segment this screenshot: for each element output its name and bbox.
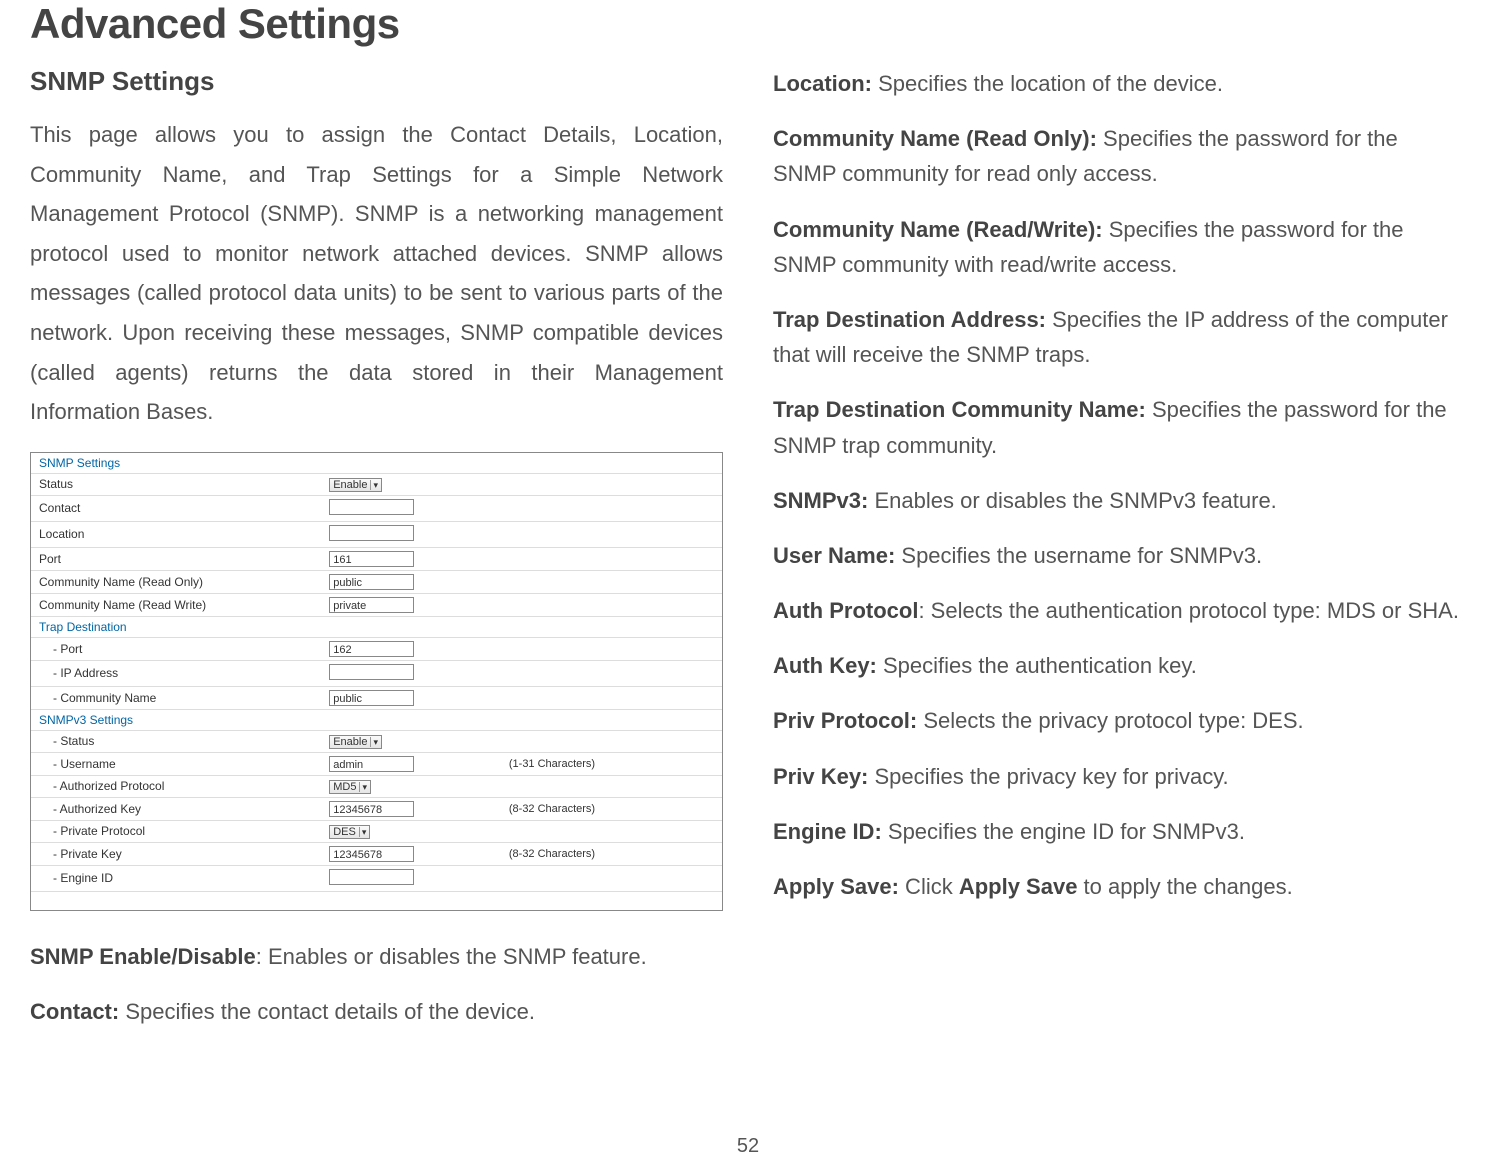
v3-authproto-label: - Authorized Protocol — [31, 775, 321, 797]
section-title: SNMP Settings — [30, 66, 723, 97]
desc-priv-proto: Priv Protocol: Selects the privacy proto… — [773, 703, 1466, 738]
port-input[interactable]: 161 — [329, 551, 414, 567]
location-label: Location — [31, 521, 321, 547]
v3-header: SNMPv3 Settings — [31, 709, 722, 730]
v3-privkey-input[interactable]: 12345678 — [329, 846, 414, 862]
snmp-header: SNMP Settings — [31, 453, 722, 474]
desc-auth-proto: Auth Protocol: Selects the authenticatio… — [773, 593, 1466, 628]
trap-port-label: - Port — [31, 637, 321, 660]
status-label: Status — [31, 473, 321, 495]
comm-rw-input[interactable]: private — [329, 597, 414, 613]
comm-rw-label: Community Name (Read Write) — [31, 593, 321, 616]
trap-comm-input[interactable]: public — [329, 690, 414, 706]
v3-privkey-label: - Private Key — [31, 842, 321, 865]
desc-trap-addr: Trap Destination Address: Specifies the … — [773, 302, 1466, 372]
trap-ip-label: - IP Address — [31, 660, 321, 686]
snmp-table: SNMP Settings Status Enable Contact Loca… — [31, 453, 722, 892]
intro-paragraph: This page allows you to assign the Conta… — [30, 115, 723, 432]
desc-comm-ro: Community Name (Read Only): Specifies th… — [773, 121, 1466, 191]
comm-ro-input[interactable]: public — [329, 574, 414, 590]
contact-label: Contact — [31, 495, 321, 521]
v3-status-label: - Status — [31, 730, 321, 752]
trap-header: Trap Destination — [31, 616, 722, 637]
trap-ip-input[interactable] — [329, 664, 414, 680]
desc-trap-comm: Trap Destination Community Name: Specifi… — [773, 392, 1466, 462]
v3-authproto-select[interactable]: MD5 — [329, 780, 371, 794]
right-column: Location: Specifies the location of the … — [773, 66, 1466, 1049]
desc-comm-rw: Community Name (Read/Write): Specifies t… — [773, 212, 1466, 282]
v3-engine-input[interactable] — [329, 869, 414, 885]
v3-user-input[interactable]: admin — [329, 756, 414, 772]
v3-user-label: - Username — [31, 752, 321, 775]
status-select[interactable]: Enable — [329, 478, 382, 492]
v3-status-select[interactable]: Enable — [329, 735, 382, 749]
desc-snmpv3: SNMPv3: Enables or disables the SNMPv3 f… — [773, 483, 1466, 518]
v3-privkey-hint: (8-32 Characters) — [501, 842, 722, 865]
v3-user-hint: (1-31 Characters) — [501, 752, 722, 775]
v3-authkey-input[interactable]: 12345678 — [329, 801, 414, 817]
v3-privproto-select[interactable]: DES — [329, 825, 370, 839]
trap-comm-label: - Community Name — [31, 686, 321, 709]
comm-ro-label: Community Name (Read Only) — [31, 570, 321, 593]
desc-snmp-enable: SNMP Enable/Disable: Enables or disables… — [30, 939, 723, 974]
desc-auth-key: Auth Key: Specifies the authentication k… — [773, 648, 1466, 683]
v3-engine-label: - Engine ID — [31, 865, 321, 891]
page-number: 52 — [737, 1135, 759, 1158]
desc-priv-key: Priv Key: Specifies the privacy key for … — [773, 759, 1466, 794]
v3-authkey-label: - Authorized Key — [31, 797, 321, 820]
desc-location: Location: Specifies the location of the … — [773, 66, 1466, 101]
page-title: Advanced Settings — [30, 0, 1466, 48]
desc-contact: Contact: Specifies the contact details o… — [30, 994, 723, 1029]
location-input[interactable] — [329, 525, 414, 541]
port-label: Port — [31, 547, 321, 570]
v3-privproto-label: - Private Protocol — [31, 820, 321, 842]
trap-port-input[interactable]: 162 — [329, 641, 414, 657]
snmp-settings-panel: SNMP Settings Status Enable Contact Loca… — [30, 452, 723, 911]
v3-authkey-hint: (8-32 Characters) — [501, 797, 722, 820]
two-column-layout: SNMP Settings This page allows you to as… — [30, 66, 1466, 1049]
left-column: SNMP Settings This page allows you to as… — [30, 66, 723, 1049]
contact-input[interactable] — [329, 499, 414, 515]
desc-username: User Name: Specifies the username for SN… — [773, 538, 1466, 573]
desc-apply-save: Apply Save: Click Apply Save to apply th… — [773, 869, 1466, 904]
desc-engine-id: Engine ID: Specifies the engine ID for S… — [773, 814, 1466, 849]
